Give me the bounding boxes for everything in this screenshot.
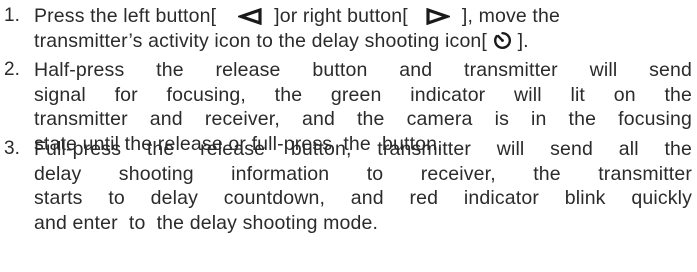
text-run: transmitter’s activity icon to the delay… bbox=[34, 29, 487, 52]
step-3-line-4: and enter to the delay shooting mode. bbox=[34, 211, 379, 234]
triangle-left-icon bbox=[238, 8, 262, 25]
step-number: 2. bbox=[4, 59, 20, 80]
step-3-line-1: Full-press the release button, transmitt… bbox=[34, 138, 692, 160]
step-number: 1. bbox=[4, 5, 20, 26]
step-3-line-2: delay shooting information to receiver, … bbox=[34, 162, 692, 185]
step-text: Press the left button[ ]or right button[]… bbox=[34, 4, 692, 53]
step-text: Full-press the release button, transmitt… bbox=[34, 137, 692, 235]
step-2-line-3: transmitter and receiver, and the camera… bbox=[34, 108, 692, 131]
step-2-line-1: Half-press the release button and transm… bbox=[34, 59, 692, 81]
delay-timer-icon bbox=[493, 31, 512, 50]
step-2-line-2: signal for focusing, the green indicator… bbox=[34, 83, 692, 106]
instruction-steps: 1. Press the left button[ ]or right butto… bbox=[0, 0, 697, 272]
step-3-line-3: starts to delay countdown, and red indic… bbox=[34, 187, 692, 210]
text-run: ]. bbox=[512, 29, 529, 52]
text-run: ]or right button[ bbox=[274, 5, 408, 27]
step-1-line-2: transmitter’s activity icon to the delay… bbox=[34, 29, 692, 54]
text-run: ], move the bbox=[461, 5, 560, 27]
triangle-right-icon bbox=[426, 8, 450, 25]
step-1-line-1: Press the left button[ ]or right button[]… bbox=[34, 4, 692, 29]
step-number: 3. bbox=[4, 138, 20, 159]
text-run: Press the left button[ bbox=[34, 5, 217, 27]
